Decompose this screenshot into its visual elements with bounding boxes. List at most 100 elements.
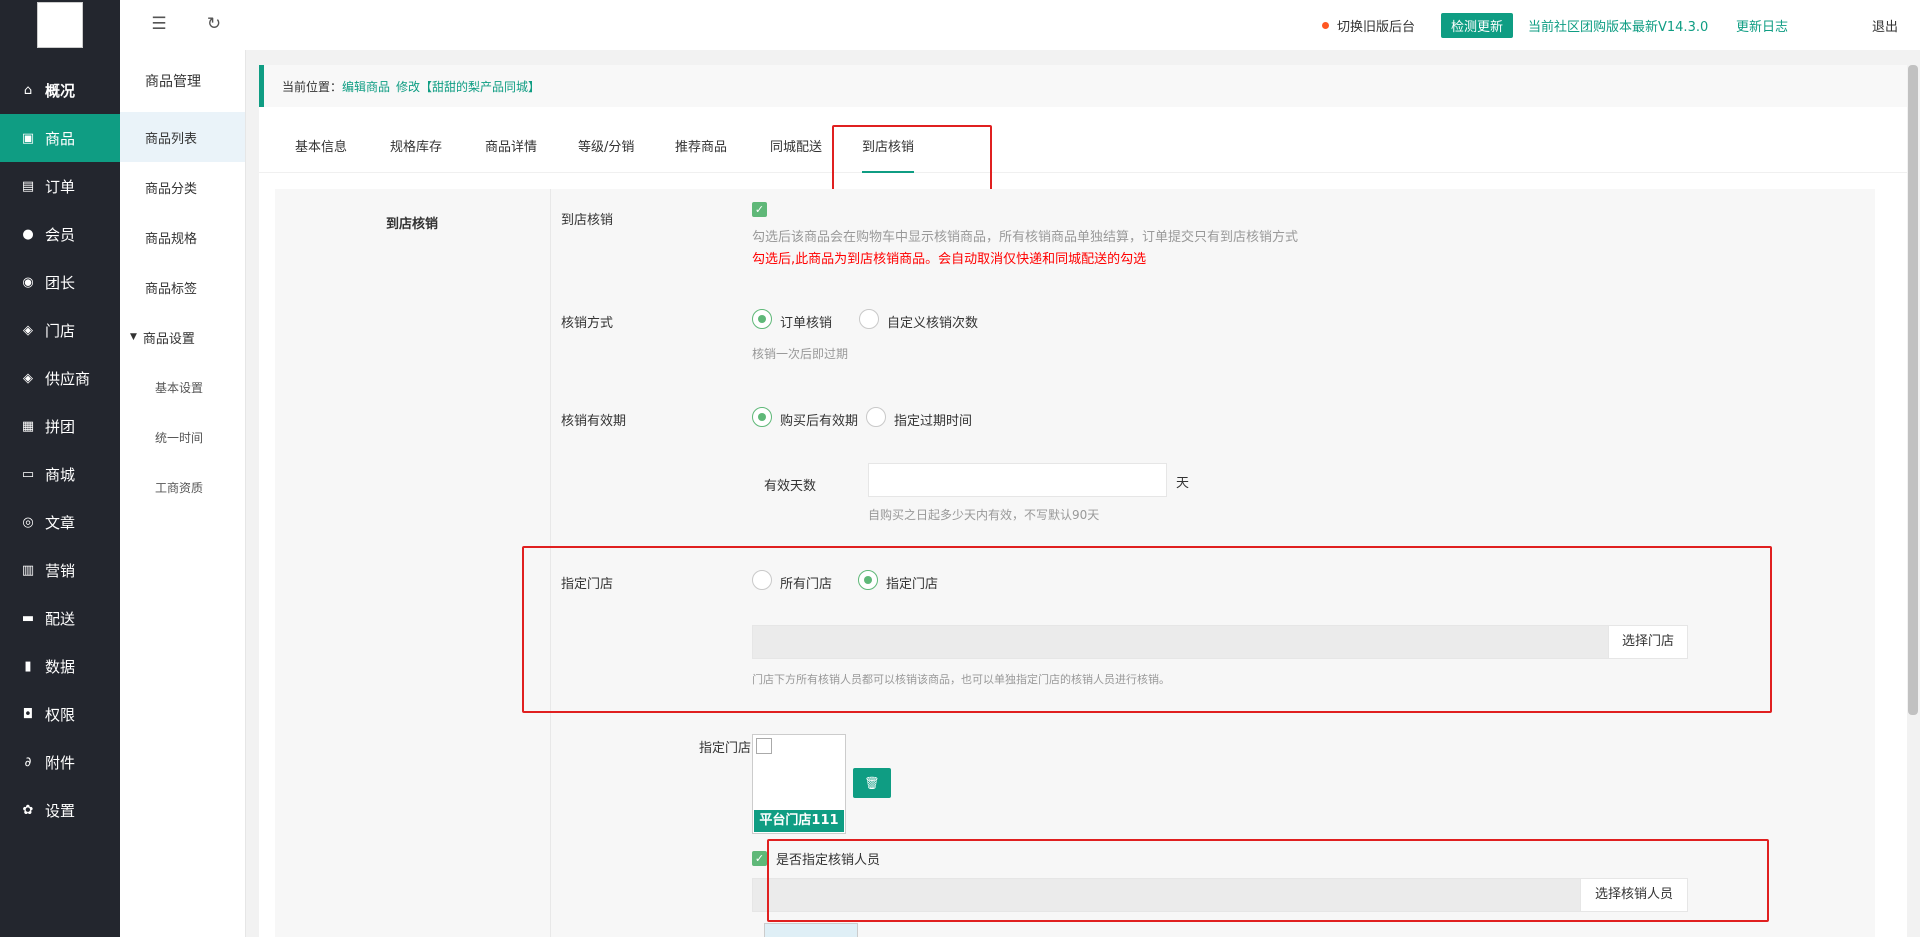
breadcrumb-link-product[interactable]: 修改【甜甜的梨产品同城】 [396, 78, 540, 95]
changelog-link[interactable]: 更新日志 [1736, 16, 1788, 35]
nav-label: 团长 [45, 273, 76, 292]
radio-after-purchase-label[interactable]: 购买后有效期 [780, 410, 858, 429]
marketing-icon: ▥ [21, 562, 35, 578]
nav-item-products[interactable]: ▣ 商品 [0, 114, 120, 162]
caret-down-icon: ▼ [130, 332, 137, 342]
top-header: ☰ ↻ 切换旧版后台 检测更新 当前社区团购版本最新V14.3.0 更新日志 退… [120, 0, 1920, 50]
status-dot-icon [1322, 21, 1329, 29]
breadcrumb-prefix: 当前位置： [282, 79, 343, 94]
highlight-box-tab [832, 125, 992, 191]
section-title: 到店核销 [386, 217, 439, 232]
submenu-child-basic[interactable]: 基本设置 [120, 362, 245, 412]
home-icon: ⌂ [23, 82, 33, 98]
radio-fixed-expiry[interactable] [866, 407, 886, 427]
days-input[interactable] [868, 463, 1167, 497]
breadcrumb: 当前位置： 编辑商品 修改【甜甜的梨产品同城】 [259, 65, 1907, 107]
nav-item-settings[interactable]: ✿ 设置 [0, 786, 120, 834]
method-hint: 核销一次后即过期 [752, 347, 849, 361]
article-icon: ◎ [22, 514, 34, 530]
store-image [756, 738, 772, 754]
staff-avatar-image [764, 923, 858, 937]
page-scrollbar[interactable] [1908, 65, 1918, 715]
check-update-button[interactable]: 检测更新 [1441, 12, 1514, 38]
nav-label: 订单 [45, 177, 76, 196]
nav-item-marketing[interactable]: ▥ 营销 [0, 546, 120, 594]
nav-label: 商品 [45, 129, 76, 148]
nav-label: 文章 [45, 513, 76, 532]
leader-icon: ◉ [22, 274, 34, 290]
highlight-box-store [522, 546, 1772, 713]
radio-custom-count-label[interactable]: 自定义核销次数 [887, 312, 978, 331]
radio-order-verify-label[interactable]: 订单核销 [780, 312, 832, 331]
group-buy-icon: ▦ [21, 418, 35, 434]
assigned-store-label: 指定门店1 [699, 741, 760, 756]
nav-item-mall[interactable]: ▭ 商城 [0, 450, 120, 498]
staff-checkbox[interactable]: ✓ [752, 851, 767, 866]
method-label: 核销方式 [561, 316, 614, 331]
tab-level-distribution[interactable]: 等级/分销 [578, 123, 634, 173]
nav-item-leaders[interactable]: ◉ 团长 [0, 258, 120, 306]
trash-icon: 🗑 [864, 776, 880, 790]
main-nav: ⌂ 概况 ▣ 商品 ▤ 订单 ● 会员 ◉ 团长 ◈ 门店 ◈ 供应商 ▦ 拼团 ▭ 商城 ◎ 文章… [0, 66, 120, 834]
tab-local-delivery[interactable]: 同城配送 [770, 123, 822, 173]
nav-label: 会员 [45, 225, 76, 244]
data-icon: ▮ [24, 658, 32, 674]
nav-item-members[interactable]: ● 会员 [0, 210, 120, 258]
radio-custom-count[interactable] [859, 309, 879, 329]
nav-item-data[interactable]: ▮ 数据 [0, 642, 120, 690]
delivery-icon: ▬ [21, 610, 35, 626]
nav-item-permissions[interactable]: ◘ 权限 [0, 690, 120, 738]
switch-old-link[interactable]: 切换旧版后台 [1322, 0, 1415, 50]
radio-fixed-expiry-label[interactable]: 指定过期时间 [894, 410, 972, 429]
member-icon: ● [22, 226, 34, 242]
submenu-item-spec[interactable]: 商品规格 [120, 212, 245, 262]
store-verify-checkbox[interactable]: ✓ [752, 202, 767, 217]
nav-item-delivery[interactable]: ▬ 配送 [0, 594, 120, 642]
radio-order-verify[interactable] [752, 309, 772, 329]
submenu-child-qualification[interactable]: 工商资质 [120, 462, 245, 512]
tab-spec-stock[interactable]: 规格库存 [390, 123, 442, 173]
days-unit: 天 [1176, 476, 1190, 491]
section-label-panel: 到店核销 [275, 189, 551, 937]
nav-item-overview[interactable]: ⌂ 概况 [0, 66, 120, 114]
product-icon: ▣ [21, 130, 35, 146]
nav-label: 设置 [45, 801, 76, 820]
nav-label: 门店 [45, 321, 76, 340]
order-icon: ▤ [21, 178, 35, 194]
menu-collapse-icon[interactable]: ☰ [150, 15, 168, 33]
nav-item-stores[interactable]: ◈ 门店 [0, 306, 120, 354]
nav-item-attachments[interactable]: ∂ 附件 [0, 738, 120, 786]
nav-item-articles[interactable]: ◎ 文章 [0, 498, 120, 546]
logout-link[interactable]: 退出 [1872, 16, 1898, 35]
assigned-store-card: 平台门店111 [752, 734, 846, 834]
submenu-item-category[interactable]: 商品分类 [120, 162, 245, 212]
main-sidebar: ⌂ 概况 ▣ 商品 ▤ 订单 ● 会员 ◉ 团长 ◈ 门店 ◈ 供应商 ▦ 拼团 ▭ 商城 ◎ 文章… [0, 0, 120, 937]
submenu-item-product-list[interactable]: 商品列表 [120, 112, 245, 162]
tab-bar: 基本信息 规格库存 商品详情 等级/分销 推荐商品 同城配送 到店核销 [259, 123, 1907, 173]
delete-store-button[interactable]: 🗑 [853, 768, 891, 798]
nav-label: 配送 [45, 609, 76, 628]
submenu-group-settings[interactable]: ▼ 商品设置 [120, 312, 245, 362]
nav-item-orders[interactable]: ▤ 订单 [0, 162, 120, 210]
radio-after-purchase[interactable] [752, 407, 772, 427]
nav-item-suppliers[interactable]: ◈ 供应商 [0, 354, 120, 402]
switch-old-label: 切换旧版后台 [1337, 19, 1416, 35]
nav-item-group-buy[interactable]: ▦ 拼团 [0, 402, 120, 450]
submenu-child-time[interactable]: 统一时间 [120, 412, 245, 462]
tab-product-detail[interactable]: 商品详情 [485, 123, 537, 173]
tab-recommended[interactable]: 推荐商品 [675, 123, 727, 173]
tab-basic-info[interactable]: 基本信息 [295, 123, 347, 173]
main-panel: 当前位置： 编辑商品 修改【甜甜的梨产品同城】 基本信息 规格库存 商品详情 等… [259, 65, 1907, 937]
supplier-icon: ◈ [23, 370, 33, 386]
days-hint: 自购买之日起多少天内有效，不写默认90天 [868, 508, 1100, 522]
assigned-store-name: 平台门店111 [754, 810, 844, 832]
refresh-icon[interactable]: ↻ [205, 15, 223, 33]
nav-label: 附件 [45, 753, 76, 772]
store-verify-hint: 勾选后该商品会在购物车中显示核销商品，所有核销商品单独结算，订单提交只有到店核销… [752, 230, 1299, 245]
breadcrumb-link-edit[interactable]: 编辑商品 [342, 78, 390, 95]
nav-label: 权限 [45, 705, 76, 724]
store-verify-label: 到店核销 [561, 213, 614, 228]
highlight-box-staff [767, 839, 1769, 922]
submenu-item-tags[interactable]: 商品标签 [120, 262, 245, 312]
store-verify-warning: 勾选后,此商品为到店核销商品。会自动取消仅快递和同城配送的勾选 [752, 252, 1147, 267]
